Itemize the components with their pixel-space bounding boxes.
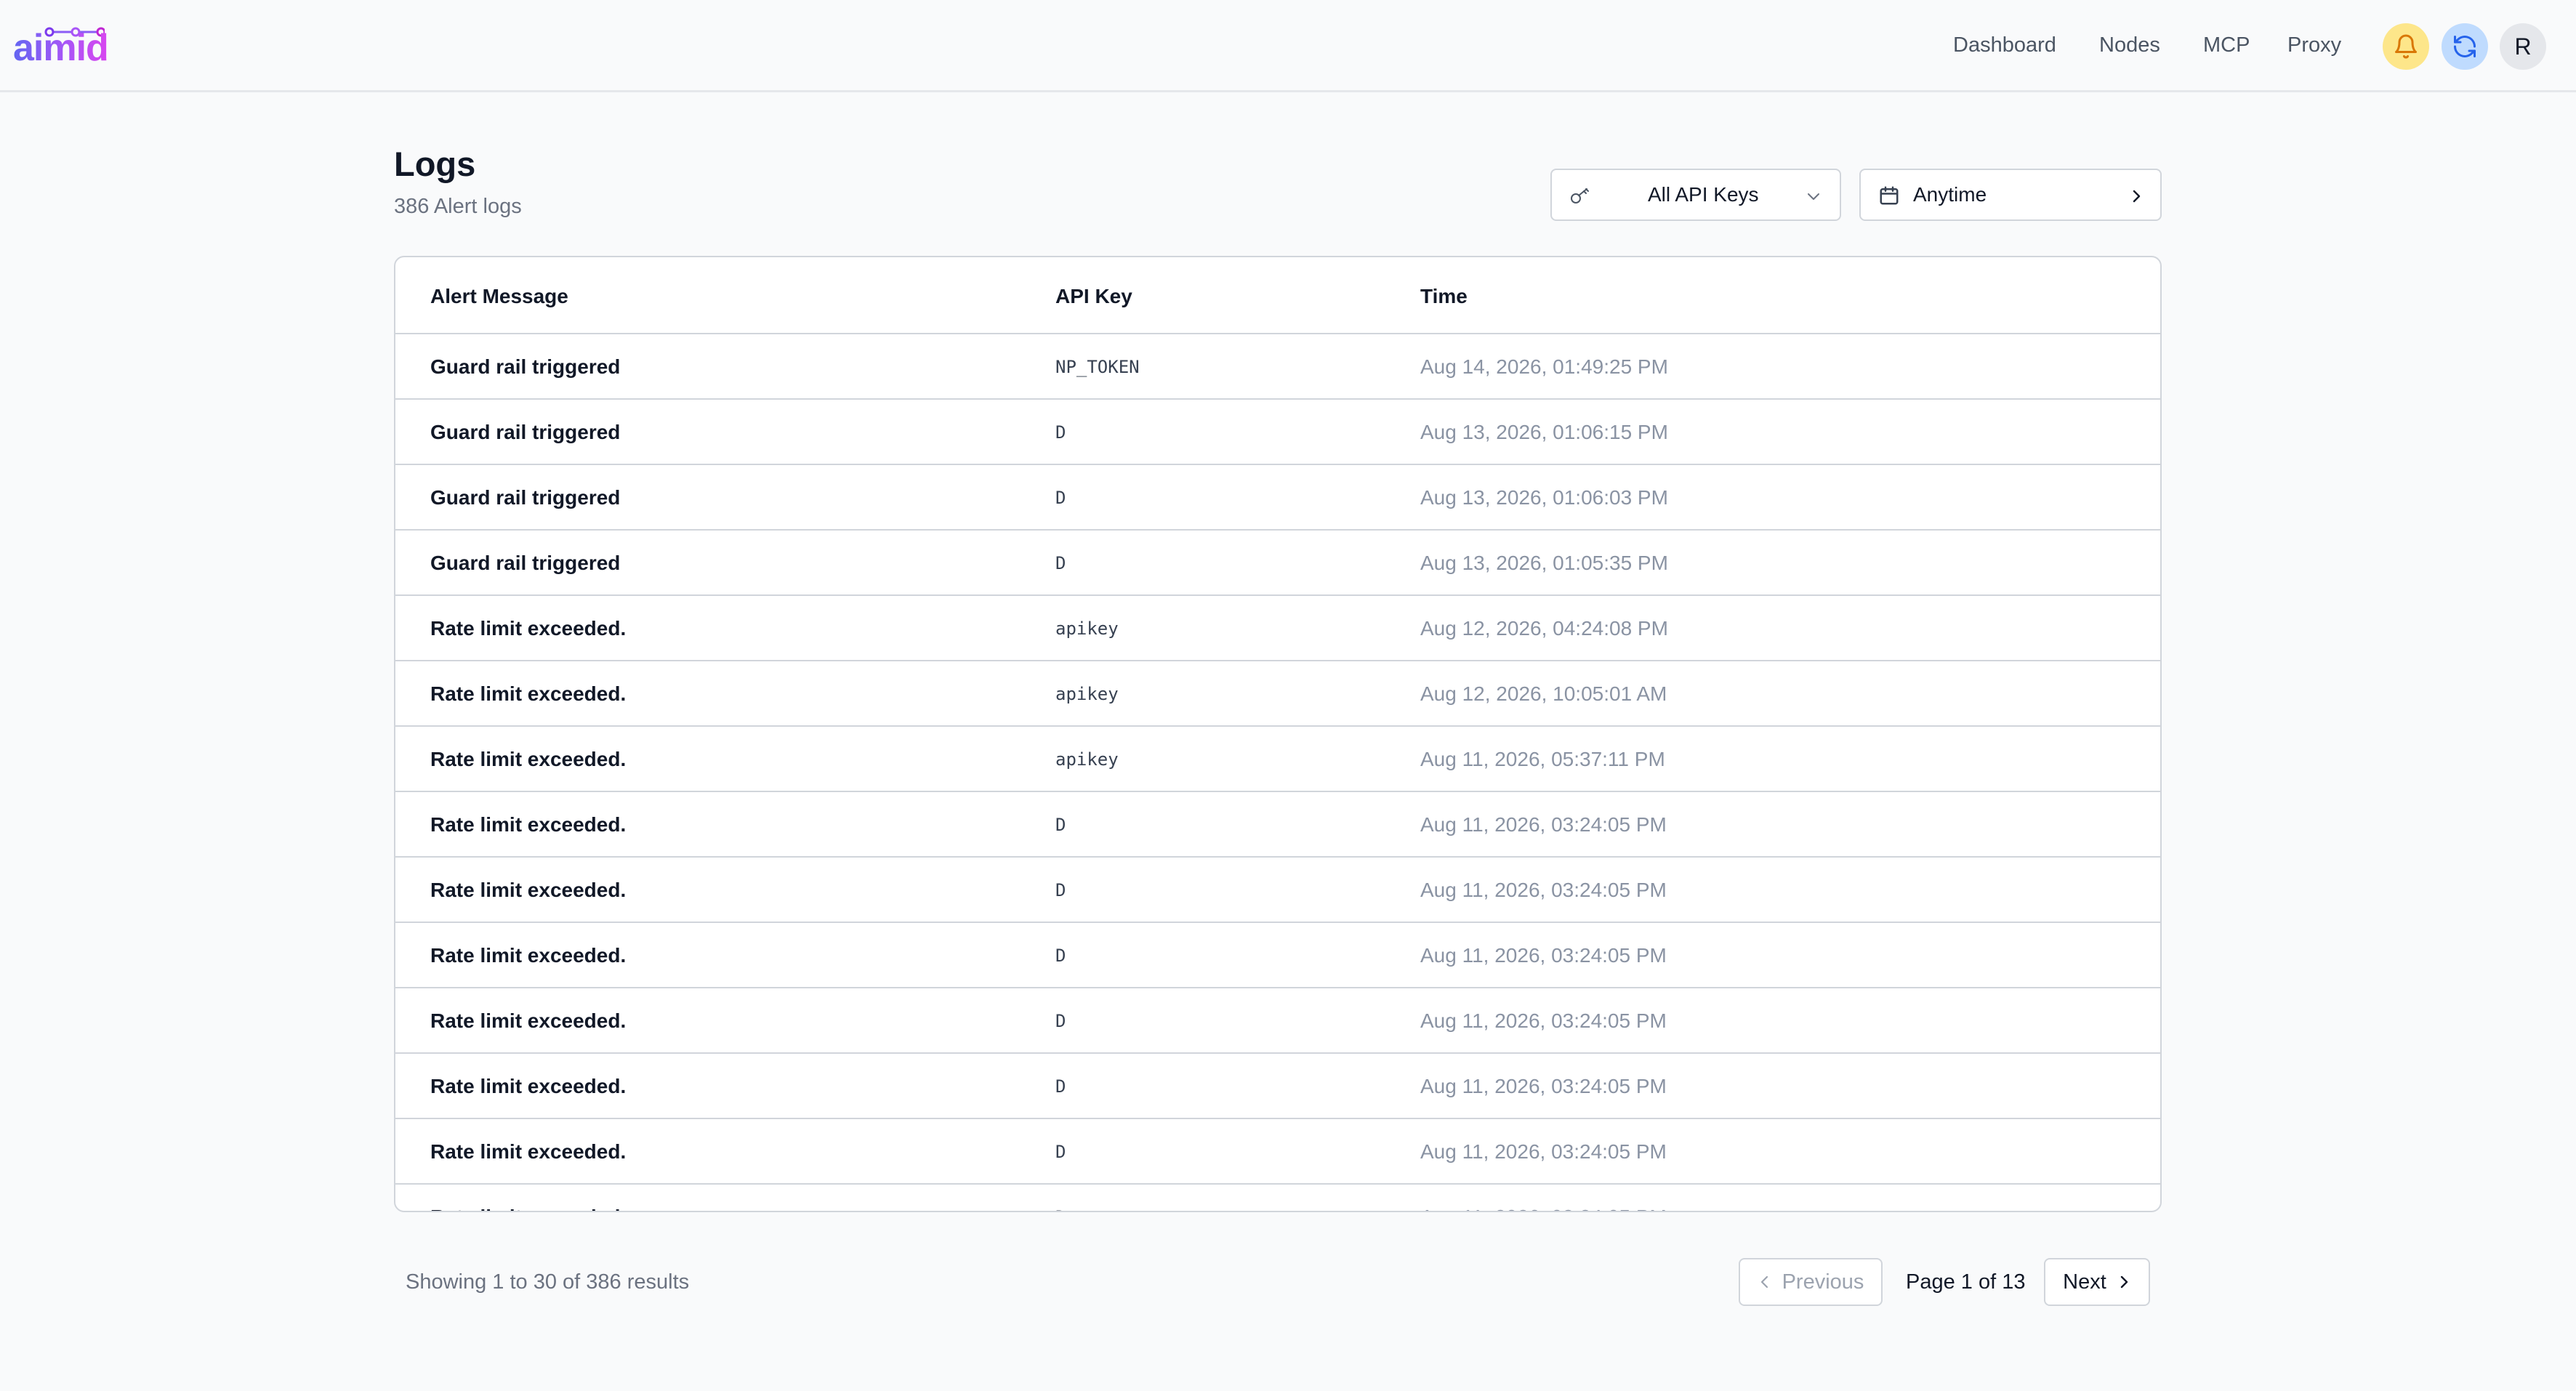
next-label: Next — [2063, 1270, 2106, 1294]
table-row[interactable]: Rate limit exceeded. apikey Aug 12, 2026, … — [395, 596, 2160, 661]
next-page-button[interactable]: Next — [2044, 1258, 2150, 1306]
time-cell: Aug 11, 2026, 03:24:05 PM — [1420, 1075, 1667, 1097]
time-cell: Aug 11, 2026, 03:24:05 PM — [1420, 1140, 1667, 1163]
api-key-cell: apikey — [1055, 749, 1119, 770]
alert-message-cell: Rate limit exceeded. — [430, 1204, 626, 1211]
table-row[interactable]: Guard rail triggered D Aug 13, 2026, 01:06… — [395, 465, 2160, 531]
time-cell: Aug 14, 2026, 01:49:25 PM — [1420, 355, 1668, 378]
time-filter-label: Anytime — [1913, 183, 1987, 206]
table-header: Alert Message API Key Time — [395, 257, 2160, 334]
logo-text: aimid — [13, 25, 109, 71]
nav-proxy[interactable]: Proxy — [2287, 32, 2341, 58]
alert-message-cell: Rate limit exceeded. — [430, 748, 627, 770]
api-key-cell: D — [1055, 946, 1066, 966]
api-key-cell: apikey — [1055, 618, 1119, 639]
api-key-cell: D — [1055, 1205, 1066, 1211]
alert-message-cell: Guard rail triggered — [430, 421, 621, 443]
table-row[interactable]: Rate limit exceeded. D Aug 11, 2026, 03:24… — [395, 792, 2160, 858]
alert-message-cell: Guard rail triggered — [430, 552, 621, 574]
table-row[interactable]: Rate limit exceeded. D Aug 11, 2026, 03:24… — [395, 858, 2160, 923]
api-keys-filter-label: All API Keys — [1648, 183, 1759, 206]
table-row[interactable]: Rate limit exceeded. D Aug 11, 2026, 03:24… — [395, 1054, 2160, 1119]
time-cell: Aug 13, 2026, 01:06:15 PM — [1420, 421, 1668, 443]
alert-message-cell: Rate limit exceeded. — [430, 1140, 627, 1163]
chevron-right-icon — [2133, 190, 2141, 203]
api-key-cell: NP_TOKEN — [1055, 357, 1140, 377]
alert-message-cell: Guard rail triggered — [430, 355, 621, 378]
time-cell: Aug 13, 2026, 01:05:35 PM — [1420, 552, 1668, 574]
api-key-cell: D — [1055, 1076, 1066, 1097]
chevron-left-icon — [1760, 1275, 1768, 1289]
previous-label: Previous — [1782, 1270, 1864, 1294]
table-row[interactable]: Guard rail triggered NP_TOKEN Aug 14, 2026… — [395, 334, 2160, 400]
sync-button[interactable] — [2442, 23, 2488, 70]
chevron-right-icon — [2120, 1275, 2128, 1289]
results-count: Showing 1 to 30 of 386 results — [406, 1270, 690, 1294]
api-key-cell: D — [1055, 422, 1066, 443]
table-row[interactable]: Rate limit exceeded. apikey Aug 11, 2026, … — [395, 727, 2160, 792]
time-cell: Aug 11, 2026, 05:37:11 PM — [1420, 748, 1665, 770]
api-keys-filter[interactable]: All API Keys — [1550, 169, 1841, 221]
column-alert-message: Alert Message — [430, 285, 568, 307]
top-navbar: aimid Dashboard Nodes MCP Proxy R — [0, 0, 2576, 92]
nav-mcp[interactable]: MCP — [2203, 32, 2250, 58]
column-time: Time — [1420, 285, 1468, 307]
nav-dashboard[interactable]: Dashboard — [1953, 32, 2056, 58]
refresh-icon — [2454, 36, 2476, 57]
bell-icon — [2395, 34, 2417, 59]
time-cell: Aug 11, 2026, 03:24:05 PM — [1420, 813, 1667, 836]
page-subtitle: 386 Alert logs — [394, 195, 522, 218]
time-cell: Aug 11, 2026, 03:24:05 PM — [1420, 944, 1667, 967]
api-key-cell: D — [1055, 815, 1066, 835]
time-cell: Aug 12, 2026, 04:24:08 PM — [1420, 617, 1668, 640]
alert-logs-table: Alert Message API Key Time Guard rail tr… — [394, 256, 2162, 1212]
key-icon — [1571, 188, 1589, 203]
time-cell: Aug 11, 2026, 03:24:05 PM — [1420, 879, 1667, 901]
column-api-key: API Key — [1055, 285, 1132, 307]
calendar-icon — [1880, 186, 1899, 205]
api-key-cell: D — [1055, 1142, 1066, 1162]
api-key-cell: D — [1055, 553, 1066, 573]
page-title: Logs — [394, 145, 476, 183]
table-row[interactable]: Rate limit exceeded. apikey Aug 12, 2026, … — [395, 661, 2160, 727]
table-row[interactable]: Rate limit exceeded. D Aug 11, 2026, 03:24… — [395, 988, 2160, 1054]
table-row[interactable]: Guard rail triggered D Aug 13, 2026, 01:06… — [395, 400, 2160, 465]
time-cell: Aug 13, 2026, 01:06:03 PM — [1420, 486, 1668, 509]
alert-message-cell: Rate limit exceeded. — [430, 682, 627, 705]
chevron-down-icon — [1808, 193, 1819, 200]
page-indicator: Page 1 of 13 — [1906, 1270, 2026, 1294]
time-filter[interactable]: Anytime — [1859, 169, 2162, 221]
nav-nodes[interactable]: Nodes — [2099, 32, 2160, 58]
notifications-button[interactable] — [2383, 23, 2429, 70]
table-row[interactable]: Rate limit exceeded. D Aug 11, 2026, 03:24… — [395, 1119, 2160, 1185]
alert-message-cell: Guard rail triggered — [430, 486, 621, 509]
previous-page-button[interactable]: Previous — [1739, 1258, 1883, 1306]
time-cell: Aug 11, 2026, 03:24:05 PM — [1420, 1009, 1667, 1032]
time-cell: Aug 12, 2026, 10:05:01 AM — [1420, 682, 1667, 705]
table-row[interactable]: Rate limit exceeded. D Aug 11, 2026, 03:24… — [395, 923, 2160, 988]
api-key-cell: D — [1055, 488, 1066, 508]
table-row[interactable]: Guard rail triggered D Aug 13, 2026, 01:05… — [395, 531, 2160, 596]
api-key-cell: D — [1055, 1011, 1066, 1031]
user-avatar[interactable]: R — [2500, 23, 2546, 70]
api-key-cell: apikey — [1055, 684, 1119, 704]
alert-message-cell: Rate limit exceeded. — [430, 944, 627, 967]
table-row[interactable]: Rate limit exceeded. D Aug 11, 2026, 03:24… — [395, 1185, 2160, 1211]
alert-message-cell: Rate limit exceeded. — [430, 1009, 627, 1032]
alert-message-cell: Rate limit exceeded. — [430, 617, 627, 640]
alert-message-cell: Rate limit exceeded. — [430, 813, 627, 836]
time-cell: Aug 11, 2026, 03:24:05 PM — [1420, 1204, 1667, 1211]
alert-message-cell: Rate limit exceeded. — [430, 1075, 627, 1097]
avatar-initial: R — [2514, 33, 2532, 60]
api-key-cell: D — [1055, 880, 1066, 900]
alert-message-cell: Rate limit exceeded. — [430, 879, 627, 901]
